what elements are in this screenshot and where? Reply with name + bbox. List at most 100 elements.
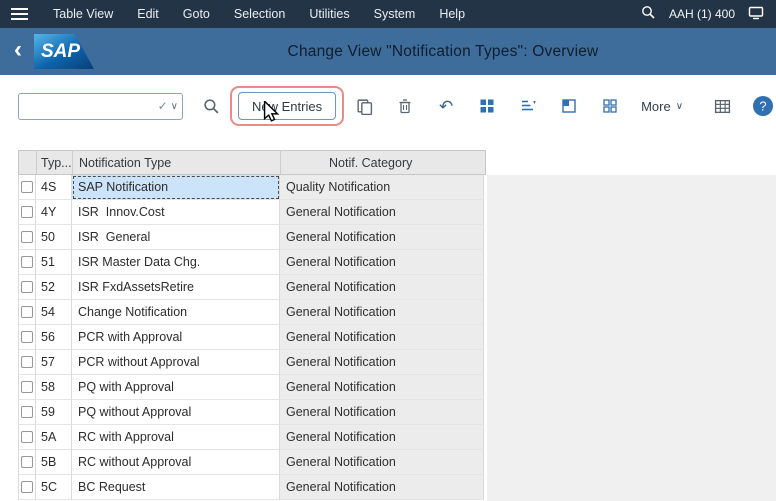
row-type-code[interactable]: 5B [36, 450, 72, 475]
chevron-down-icon: ∨ [675, 100, 684, 112]
row-notification-type[interactable]: Change Notification [72, 300, 280, 325]
row-type-code[interactable]: 52 [36, 275, 72, 300]
table-row: 52 ISR FxdAssetsRetire General Notificatio… [18, 275, 486, 300]
titlebar: ‹ SAP Change View "Notification Types": … [0, 28, 776, 75]
sap-gui-window: Table View Edit Goto Selection Utilities Syst… [0, 0, 776, 501]
table-row: 59 PQ without Approval General Notificatio… [18, 400, 486, 425]
row-notif-category: General Notification [280, 450, 484, 475]
row-select-checkbox[interactable] [21, 181, 33, 193]
toolbar-right: ? [694, 93, 776, 119]
row-type-code[interactable]: 5A [36, 425, 72, 450]
row-notification-type[interactable]: ISR General [72, 225, 280, 250]
row-type-code[interactable]: 58 [36, 375, 72, 400]
table-row: 5B RC without Approval General Notificatio… [18, 450, 486, 475]
command-check-icon[interactable]: ✓ [158, 99, 168, 113]
menubar: Table View Edit Goto Selection Utilities Syst… [0, 0, 776, 28]
row-select-cell [18, 400, 36, 425]
row-type-code[interactable]: 4Y [36, 200, 72, 225]
hamburger-menu-icon[interactable] [11, 8, 28, 20]
row-select-cell [18, 375, 36, 400]
help-icon[interactable]: ? [750, 93, 776, 119]
command-dropdown-icon[interactable]: ∨ [171, 101, 178, 112]
table-row: 50 ISR General General Notification [18, 225, 486, 250]
row-select-cell [18, 225, 36, 250]
row-type-code[interactable]: 54 [36, 300, 72, 325]
table-row: 56 PCR with Approval General Notification [18, 325, 486, 350]
menu-item-edit[interactable]: Edit [125, 7, 171, 21]
sort-ascending-icon[interactable] [515, 93, 541, 119]
back-button[interactable]: ‹ [14, 38, 22, 62]
row-notification-type[interactable]: RC without Approval [72, 450, 280, 475]
row-notif-category: General Notification [280, 400, 484, 425]
row-select-checkbox[interactable] [21, 256, 33, 268]
row-notif-category: General Notification [280, 375, 484, 400]
row-notification-type[interactable]: ISR Innov.Cost [72, 200, 280, 225]
row-select-checkbox[interactable] [21, 206, 33, 218]
row-select-cell [18, 300, 36, 325]
new-entries-button[interactable]: New Entries [238, 92, 337, 120]
row-type-code[interactable]: 59 [36, 400, 72, 425]
row-select-cell [18, 350, 36, 375]
command-field: ✓ ∨ [18, 92, 183, 120]
row-select-checkbox[interactable] [21, 356, 33, 368]
select-block-icon[interactable] [556, 93, 582, 119]
menu-item-utilities[interactable]: Utilities [297, 7, 361, 21]
row-select-checkbox[interactable] [21, 481, 33, 493]
row-select-checkbox[interactable] [21, 381, 33, 393]
row-type-code[interactable]: 50 [36, 225, 72, 250]
command-input[interactable] [25, 99, 158, 113]
row-type-code[interactable]: 56 [36, 325, 72, 350]
header-typ[interactable]: Typ... [37, 151, 73, 174]
page-title: Change View "Notification Types": Overvi… [287, 42, 599, 60]
row-notification-type[interactable]: ISR FxdAssetsRetire [72, 275, 280, 300]
menu-item-goto[interactable]: Goto [171, 7, 222, 21]
more-menu[interactable]: More ∨ [641, 99, 683, 114]
row-type-code[interactable]: 4S [36, 175, 72, 200]
row-notification-type[interactable]: PQ without Approval [72, 400, 280, 425]
row-type-code[interactable]: 5C [36, 475, 72, 500]
row-select-checkbox[interactable] [21, 331, 33, 343]
row-type-code[interactable]: 57 [36, 350, 72, 375]
row-notification-type[interactable]: RC with Approval [72, 425, 280, 450]
menu-item-selection[interactable]: Selection [222, 7, 297, 21]
row-select-checkbox[interactable] [21, 231, 33, 243]
row-notification-type[interactable]: SAP Notification [72, 175, 280, 200]
row-notification-type[interactable]: ISR Master Data Chg. [72, 250, 280, 275]
row-select-checkbox[interactable] [21, 456, 33, 468]
menu-item-table-view[interactable]: Table View [41, 7, 125, 21]
deselect-all-icon[interactable] [597, 93, 623, 119]
header-select-column[interactable] [19, 151, 37, 174]
header-notif-category[interactable]: Notif. Category [281, 151, 485, 174]
search-icon[interactable] [641, 5, 656, 23]
row-select-checkbox[interactable] [21, 306, 33, 318]
row-notification-type[interactable]: BC Request [72, 475, 280, 500]
session-monitor-icon[interactable] [748, 6, 764, 23]
row-notif-category: Quality Notification [280, 175, 484, 200]
table-header-row: Typ... Notification Type Notif. Category [18, 150, 486, 175]
table-row: 4Y ISR Innov.Cost General Notification [18, 200, 486, 225]
new-entries-wrap: New Entries [230, 86, 345, 126]
grid-view-icon[interactable] [709, 93, 735, 119]
row-notif-category: General Notification [280, 325, 484, 350]
delete-icon[interactable] [392, 93, 418, 119]
notification-types-table: Typ... Notification Type Notif. Category… [18, 150, 486, 500]
copy-entries-icon[interactable] [351, 93, 377, 119]
row-notification-type[interactable]: PCR without Approval [72, 350, 280, 375]
row-notification-type[interactable]: PQ with Approval [72, 375, 280, 400]
row-notification-type[interactable]: PCR with Approval [72, 325, 280, 350]
svg-text:?: ? [759, 99, 766, 114]
row-type-code[interactable]: 51 [36, 250, 72, 275]
row-notif-category: General Notification [280, 200, 484, 225]
header-notification-type[interactable]: Notification Type [73, 151, 281, 174]
more-label: More [641, 98, 671, 114]
row-select-checkbox[interactable] [21, 431, 33, 443]
table-row: 5C BC Request General Notification [18, 475, 486, 500]
undo-icon[interactable]: ↶ [433, 93, 459, 119]
select-all-icon[interactable] [474, 93, 500, 119]
search-icon[interactable] [198, 93, 224, 119]
menu-item-help[interactable]: Help [427, 7, 477, 21]
row-notif-category: General Notification [280, 300, 484, 325]
row-select-checkbox[interactable] [21, 406, 33, 418]
menu-item-system[interactable]: System [362, 7, 428, 21]
row-select-checkbox[interactable] [21, 281, 33, 293]
